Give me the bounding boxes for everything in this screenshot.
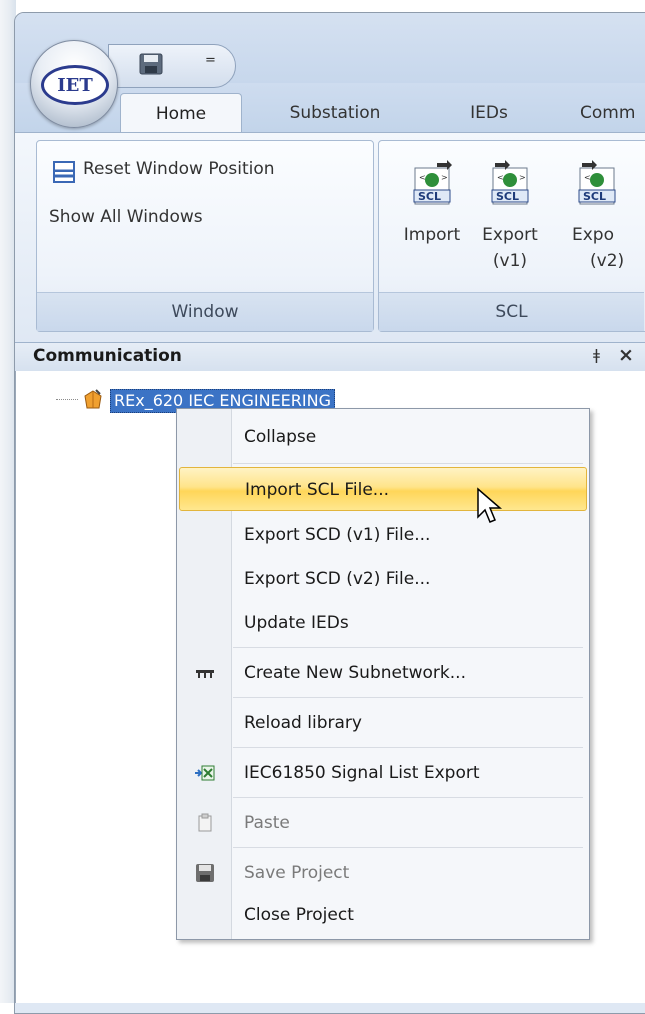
tab-substation[interactable]: Substation xyxy=(265,93,405,133)
application-button[interactable]: IET xyxy=(30,40,118,128)
svg-text:<: < xyxy=(497,173,504,182)
svg-text:SCL: SCL xyxy=(496,190,519,203)
scl-import-icon: < > SCL xyxy=(413,160,452,205)
import-label: Import xyxy=(403,225,461,245)
menu-item-label: Update IEDs xyxy=(244,613,349,633)
communication-panel-header: Communication ǂ × xyxy=(15,342,645,372)
menu-item-import-scl-file[interactable]: Import SCL File... xyxy=(179,467,587,511)
svg-text:<: < xyxy=(419,173,426,182)
scl-export-icon: < > SCL xyxy=(491,160,529,205)
window-layout-icon xyxy=(53,161,75,183)
tree-connector xyxy=(56,399,78,400)
scl-group-label: SCL xyxy=(379,292,644,331)
menu-item-label: Reload library xyxy=(244,713,362,733)
svg-text:SCL: SCL xyxy=(418,190,441,203)
panel-title: Communication xyxy=(33,346,182,366)
menu-item-label: Save Project xyxy=(244,863,350,883)
svg-text:>: > xyxy=(519,173,526,182)
menu-item-label: Create New Subnetwork... xyxy=(244,663,466,683)
menu-separator xyxy=(233,697,583,698)
window-group-label: Window xyxy=(37,292,373,331)
import-scl-button[interactable]: < > SCL Import xyxy=(392,160,472,248)
mouse-cursor-icon xyxy=(477,487,503,523)
tab-home[interactable]: Home xyxy=(120,93,242,134)
pin-icon[interactable]: ǂ xyxy=(593,346,600,364)
menu-item-export-scd-v2[interactable]: Export SCD (v2) File... xyxy=(179,557,585,601)
menu-separator xyxy=(233,463,583,464)
menu-separator xyxy=(233,847,583,848)
menu-item-label: Collapse xyxy=(244,427,317,447)
subnetwork-icon xyxy=(196,670,214,678)
menu-item-close-project[interactable]: Close Project xyxy=(179,893,585,937)
clipboard-icon xyxy=(198,813,212,832)
export-v1-sub: (v1) xyxy=(492,251,528,271)
export-v2-label: Expo xyxy=(572,225,614,245)
save-icon[interactable] xyxy=(139,53,163,75)
menu-item-update-ieds[interactable]: Update IEDs xyxy=(179,601,585,645)
menu-item-label: Import SCL File... xyxy=(245,480,390,500)
tab-ieds[interactable]: IEDs xyxy=(459,93,519,133)
project-icon xyxy=(84,389,102,409)
menu-item-save-project[interactable]: Save Project xyxy=(179,851,585,895)
logo-text: IET xyxy=(57,74,93,96)
iet-logo: IET xyxy=(41,65,109,105)
window-group: Reset Window Position Show All Windows W… xyxy=(36,140,374,332)
svg-text:<: < xyxy=(584,173,591,182)
menu-item-label: Export SCD (v2) File... xyxy=(244,569,431,589)
menu-item-label: Export SCD (v1) File... xyxy=(244,525,431,545)
menu-item-signal-list-export[interactable]: IEC61850 Signal List Export xyxy=(179,751,585,795)
menu-item-reload-library[interactable]: Reload library xyxy=(179,701,585,745)
show-all-windows-button[interactable]: Show All Windows xyxy=(49,207,203,227)
menu-separator xyxy=(233,747,583,748)
menu-item-label: Paste xyxy=(244,813,290,833)
close-panel-icon[interactable]: × xyxy=(618,344,634,366)
export-v2-sub: (v2) xyxy=(590,251,625,271)
export-scd-v1-button[interactable]: < > SCL Export (v1) xyxy=(470,160,550,274)
excel-export-icon xyxy=(195,765,215,781)
menu-separator xyxy=(233,647,583,648)
export-scd-v2-button[interactable]: < SCL Expo (v2) xyxy=(568,160,645,274)
menu-item-collapse[interactable]: Collapse xyxy=(179,415,585,459)
quick-access-toolbar: = xyxy=(108,44,236,88)
menu-item-create-new-subnetwork[interactable]: Create New Subnetwork... xyxy=(179,651,585,695)
export-v1-label: Export xyxy=(482,225,538,245)
menu-item-paste[interactable]: Paste xyxy=(179,801,585,845)
scl-export-v2-icon: < SCL xyxy=(578,160,616,205)
svg-text:>: > xyxy=(441,173,448,182)
tab-communication[interactable]: Comm xyxy=(580,93,645,133)
menu-item-label: Close Project xyxy=(244,905,354,925)
menu-item-label: IEC61850 Signal List Export xyxy=(244,763,480,783)
menu-separator xyxy=(233,797,583,798)
app-window: IET = Home Substation IEDs Comm Reset Wi… xyxy=(0,0,645,1014)
menu-item-export-scd-v1[interactable]: Export SCD (v1) File... xyxy=(179,513,585,557)
svg-text:SCL: SCL xyxy=(583,190,606,203)
reset-window-position-button[interactable]: Reset Window Position xyxy=(83,159,275,179)
save-icon xyxy=(196,864,214,882)
customize-qat-dropdown[interactable]: = xyxy=(205,53,216,68)
context-menu: Collapse Import SCL File... Export SCD (… xyxy=(176,408,590,940)
